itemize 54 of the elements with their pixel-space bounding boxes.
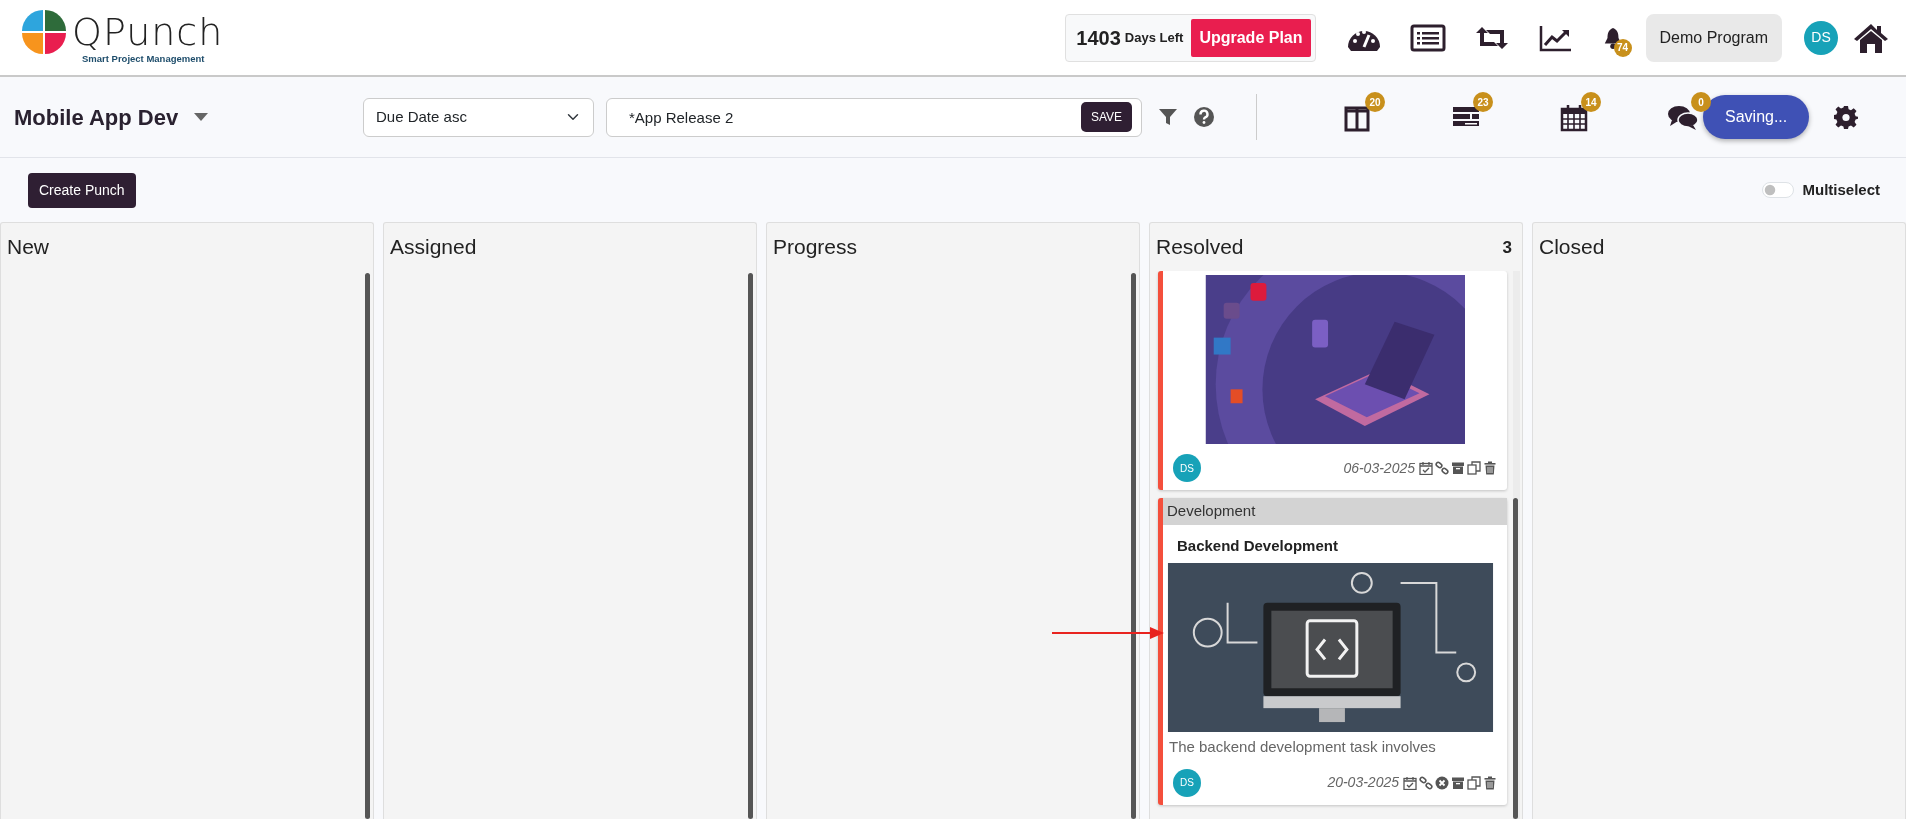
link-icon[interactable] — [1419, 775, 1433, 790]
calendar-check-icon[interactable] — [1419, 461, 1433, 475]
multiselect-label: Multiselect — [1802, 179, 1880, 200]
column-title: Resolved — [1156, 234, 1244, 260]
multiselect-toggle[interactable] — [1762, 182, 1795, 198]
assignee-avatar: DS — [1173, 454, 1201, 482]
project-title[interactable]: Mobile App Dev — [14, 100, 179, 134]
status-button[interactable]: Saving... — [1703, 95, 1810, 139]
upgrade-button[interactable]: Upgrade Plan — [1191, 18, 1311, 57]
punch-card[interactable]: Development Backend Development The backend development task involves DS 20-03-2025 — [1158, 498, 1507, 805]
logo-text: QPunch — [72, 13, 224, 52]
list-icon[interactable] — [1409, 22, 1446, 53]
archive-icon[interactable] — [1451, 775, 1465, 790]
count-badge: 20 — [1365, 92, 1385, 112]
save-button[interactable]: SAVE — [1080, 101, 1132, 132]
delete-icon[interactable] — [1483, 461, 1497, 475]
settings-icon[interactable] — [1834, 105, 1858, 129]
close-icon[interactable] — [1435, 775, 1449, 790]
caret-icon[interactable] — [194, 113, 209, 121]
logo-icon — [20, 8, 68, 57]
scrollbar-thumb[interactable] — [748, 273, 753, 819]
scrollbar-thumb[interactable] — [1513, 498, 1518, 819]
copy-icon[interactable] — [1467, 775, 1481, 790]
create-punch-button[interactable]: Create Punch — [28, 172, 136, 208]
archive-icon[interactable] — [1451, 461, 1465, 475]
program-button[interactable]: Demo Program — [1645, 13, 1782, 62]
column-title: Closed — [1539, 234, 1605, 260]
punch-card[interactable]: DS 06-03-2025 — [1158, 271, 1507, 490]
card-title: Backend Development — [1176, 535, 1339, 556]
days-count: 1403 — [1076, 25, 1121, 51]
help-icon[interactable] — [1194, 107, 1214, 127]
due-date: 06-03-2025 — [1343, 458, 1415, 478]
column-title: Assigned — [390, 234, 477, 260]
count-badge: 0 — [1691, 92, 1711, 112]
calendar-check-icon[interactable] — [1403, 775, 1417, 790]
count-badge: 23 — [1473, 92, 1493, 112]
sort-select[interactable]: Due Date asc — [363, 97, 594, 137]
column-count: 3 — [1502, 237, 1512, 259]
category-header: Development — [1163, 498, 1507, 525]
delete-icon[interactable] — [1483, 775, 1497, 790]
due-date: 20-03-2025 — [1327, 773, 1399, 792]
count-badge: 14 — [1581, 92, 1601, 112]
assignee-avatar: DS — [1173, 768, 1201, 797]
scrollbar-thumb[interactable] — [365, 273, 370, 819]
days-left-label: Days Left — [1124, 28, 1184, 47]
link-icon[interactable] — [1435, 461, 1449, 475]
card-description: The backend development task involves — [1168, 737, 1437, 757]
scrollbar-thumb[interactable] — [1131, 273, 1136, 819]
filter-icon[interactable] — [1158, 107, 1178, 127]
logo-tagline: Smart Project Management — [82, 52, 206, 67]
home-icon[interactable] — [1852, 21, 1890, 54]
copy-icon[interactable] — [1467, 461, 1481, 475]
column-title: Progress — [773, 234, 858, 260]
column-title: New — [7, 234, 49, 260]
